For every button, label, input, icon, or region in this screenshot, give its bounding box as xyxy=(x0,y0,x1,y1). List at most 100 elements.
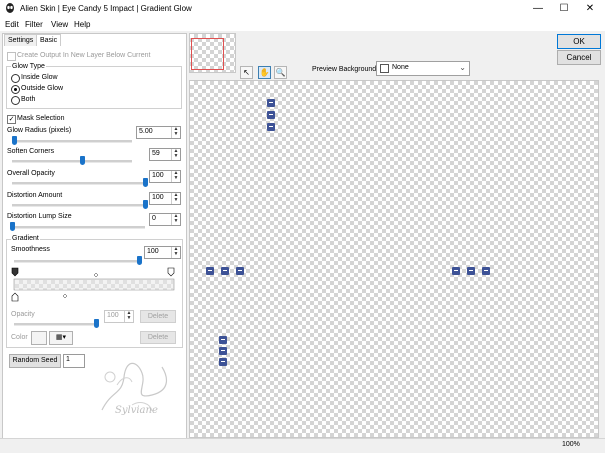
color-stop-left-icon xyxy=(11,267,19,277)
close-icon: ✕ xyxy=(585,3,595,14)
preview-marker xyxy=(219,336,227,344)
delete-color-button[interactable]: Delete xyxy=(140,331,176,344)
overall-opacity-value: 100 xyxy=(152,172,164,179)
opacity-label: Opacity xyxy=(11,311,35,318)
preview-canvas[interactable] xyxy=(189,80,599,438)
chevron-down-icon: ⌄ xyxy=(459,63,466,72)
cancel-button[interactable]: Cancel xyxy=(557,50,601,65)
random-seed-value: 1 xyxy=(66,356,70,363)
preview-marker xyxy=(267,123,275,131)
random-seed-button[interactable]: Random Seed xyxy=(9,354,61,368)
preview-background-label: Preview Background: xyxy=(312,66,379,73)
gradient-preview-bar xyxy=(15,280,173,290)
soften-corners-field[interactable]: 59 ▲ ▼ xyxy=(149,148,181,161)
smoothness-value: 100 xyxy=(147,248,159,255)
both-label: Both xyxy=(21,96,36,103)
watermark-signature: Sylviane xyxy=(115,405,158,416)
zoom-level: 100% xyxy=(562,441,580,448)
maximize-button[interactable]: ☐ xyxy=(551,0,577,18)
ok-button[interactable]: OK xyxy=(557,34,601,49)
opacity-value: 100 xyxy=(107,312,119,319)
overall-opacity-track xyxy=(12,182,145,185)
glow-radius-label: Glow Radius (pixels) xyxy=(7,127,72,134)
spinner-arrows-icon[interactable]: ▲ ▼ xyxy=(171,214,180,225)
distortion-amount-label: Distortion Amount xyxy=(7,192,63,199)
opacity-field[interactable]: 100 ▲ ▼ xyxy=(104,310,134,323)
close-button[interactable]: ✕ xyxy=(577,0,603,18)
tab-settings[interactable]: Settings xyxy=(4,34,38,46)
color-label: Color xyxy=(11,334,28,341)
palette-grid-icon: ▦ xyxy=(55,334,63,341)
spinner-arrows-icon[interactable]: ▲ ▼ xyxy=(171,247,180,258)
opacity-midpoint-icon xyxy=(62,293,68,299)
menu-help[interactable]: Help xyxy=(74,20,90,29)
spinner-arrows-icon[interactable]: ▲ ▼ xyxy=(171,149,180,160)
outside-glow-label: Outside Glow xyxy=(21,85,64,92)
minimize-button[interactable]: — xyxy=(525,0,551,18)
glow-radius-track xyxy=(12,140,132,143)
soften-corners-track xyxy=(12,160,132,163)
distortion-amount-field[interactable]: 100 ▲ ▼ xyxy=(149,192,181,205)
distortion-lump-value: 0 xyxy=(152,215,156,222)
overall-opacity-slider[interactable] xyxy=(142,178,148,187)
opacity-track xyxy=(14,323,96,326)
mask-selection-checkbox[interactable]: ✓ xyxy=(7,115,16,124)
tab-basic[interactable]: Basic xyxy=(36,34,62,46)
spinner-arrows-icon[interactable]: ▲ ▼ xyxy=(124,311,133,322)
minimize-icon: — xyxy=(533,3,543,14)
opacity-slider[interactable] xyxy=(93,319,99,328)
menu-edit[interactable]: Edit xyxy=(5,20,19,29)
glow-type-label: Glow Type xyxy=(11,63,46,70)
preview-marker xyxy=(482,267,490,275)
distortion-lump-slider[interactable] xyxy=(9,222,15,231)
distortion-lump-track xyxy=(12,226,145,229)
spinner-arrows-icon[interactable]: ▲ ▼ xyxy=(171,193,180,204)
distortion-amount-value: 100 xyxy=(152,194,164,201)
distortion-lump-field[interactable]: 0 ▲ ▼ xyxy=(149,213,181,226)
magnifier-icon: 🔍 xyxy=(275,68,286,77)
delete-opacity-button[interactable]: Delete xyxy=(140,310,176,323)
hand-tool-button[interactable]: ✋ xyxy=(258,66,271,79)
maximize-icon: ☐ xyxy=(559,3,569,14)
radio-inside-glow[interactable] xyxy=(11,74,20,83)
glow-radius-value: 5.00 xyxy=(139,128,153,135)
alien-skin-app-icon xyxy=(6,3,14,13)
smoothness-field[interactable]: 100 ▲ ▼ xyxy=(144,246,181,259)
spinner-arrows-icon[interactable]: ▲ ▼ xyxy=(171,171,180,182)
color-swatch[interactable] xyxy=(31,331,47,345)
menu-filter[interactable]: Filter xyxy=(25,20,43,29)
overall-opacity-label: Overall Opacity xyxy=(7,170,55,177)
color-stop-right-icon xyxy=(167,267,175,277)
preview-marker xyxy=(219,347,227,355)
opacity-stop-icon xyxy=(11,292,19,302)
preview-marker xyxy=(267,111,275,119)
soften-corners-slider[interactable] xyxy=(80,156,86,165)
spinner-arrows-icon[interactable]: ▲ ▼ xyxy=(171,127,180,138)
preview-marker xyxy=(219,358,227,366)
preview-background-select[interactable]: None ⌄ xyxy=(376,61,470,76)
distortion-amount-track xyxy=(12,204,145,207)
window-title: Alien Skin | Eye Candy 5 Impact | Gradie… xyxy=(20,4,192,13)
zoom-tool-button[interactable]: 🔍 xyxy=(274,66,287,79)
glow-radius-slider[interactable] xyxy=(11,136,17,145)
soften-corners-label: Soften Corners xyxy=(7,148,55,155)
chevron-down-icon: ▾ xyxy=(62,334,67,341)
radio-outside-glow[interactable] xyxy=(11,85,20,94)
soften-corners-value: 59 xyxy=(152,150,160,157)
status-bar xyxy=(0,438,605,453)
menu-view[interactable]: View xyxy=(51,20,68,29)
distortion-amount-slider[interactable] xyxy=(142,200,148,209)
radio-both[interactable] xyxy=(11,96,20,105)
hand-icon: ✋ xyxy=(259,68,270,77)
distortion-lump-label: Distortion Lump Size xyxy=(7,213,72,220)
navigator-view-frame[interactable] xyxy=(191,38,224,70)
glow-radius-field[interactable]: 5.00 ▲ ▼ xyxy=(136,126,181,139)
random-seed-field[interactable]: 1 xyxy=(63,354,85,368)
overall-opacity-field[interactable]: 100 ▲ ▼ xyxy=(149,170,181,183)
selection-tool-button[interactable]: ↖ xyxy=(240,66,253,79)
smoothness-slider[interactable] xyxy=(136,256,142,265)
color-picker-dropdown[interactable]: ▦▾ xyxy=(49,331,73,345)
inside-glow-label: Inside Glow xyxy=(21,74,58,81)
create-output-checkbox[interactable] xyxy=(7,52,16,61)
mask-selection-label: Mask Selection xyxy=(17,115,65,122)
